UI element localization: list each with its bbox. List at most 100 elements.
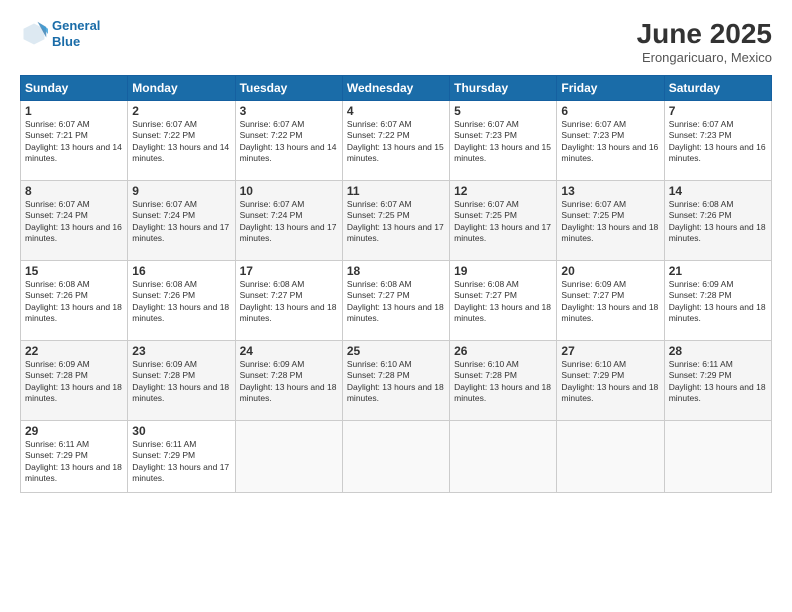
calendar-cell: 29Sunrise: 6:11 AMSunset: 7:29 PMDayligh… xyxy=(21,421,128,493)
calendar-cell: 14Sunrise: 6:08 AMSunset: 7:26 PMDayligh… xyxy=(664,181,771,261)
calendar-cell: 28Sunrise: 6:11 AMSunset: 7:29 PMDayligh… xyxy=(664,341,771,421)
day-info: Sunrise: 6:08 AMSunset: 7:27 PMDaylight:… xyxy=(347,279,445,325)
day-number: 4 xyxy=(347,104,445,118)
day-info: Sunrise: 6:07 AMSunset: 7:24 PMDaylight:… xyxy=(132,199,230,245)
day-info: Sunrise: 6:08 AMSunset: 7:27 PMDaylight:… xyxy=(240,279,338,325)
day-info: Sunrise: 6:07 AMSunset: 7:22 PMDaylight:… xyxy=(240,119,338,165)
day-info: Sunrise: 6:09 AMSunset: 7:28 PMDaylight:… xyxy=(25,359,123,405)
day-number: 24 xyxy=(240,344,338,358)
day-number: 21 xyxy=(669,264,767,278)
day-info: Sunrise: 6:09 AMSunset: 7:28 PMDaylight:… xyxy=(669,279,767,325)
day-number: 5 xyxy=(454,104,552,118)
header: General Blue June 2025 Erongaricuaro, Me… xyxy=(20,18,772,65)
logo-blue: Blue xyxy=(52,34,80,49)
calendar-cell xyxy=(664,421,771,493)
calendar-cell: 20Sunrise: 6:09 AMSunset: 7:27 PMDayligh… xyxy=(557,261,664,341)
day-number: 16 xyxy=(132,264,230,278)
day-number: 23 xyxy=(132,344,230,358)
day-info: Sunrise: 6:09 AMSunset: 7:27 PMDaylight:… xyxy=(561,279,659,325)
week-row-5: 29Sunrise: 6:11 AMSunset: 7:29 PMDayligh… xyxy=(21,421,772,493)
day-info: Sunrise: 6:08 AMSunset: 7:26 PMDaylight:… xyxy=(132,279,230,325)
week-row-2: 8Sunrise: 6:07 AMSunset: 7:24 PMDaylight… xyxy=(21,181,772,261)
week-row-4: 22Sunrise: 6:09 AMSunset: 7:28 PMDayligh… xyxy=(21,341,772,421)
day-number: 3 xyxy=(240,104,338,118)
calendar-cell: 1Sunrise: 6:07 AMSunset: 7:21 PMDaylight… xyxy=(21,101,128,181)
day-info: Sunrise: 6:07 AMSunset: 7:25 PMDaylight:… xyxy=(561,199,659,245)
day-header-thursday: Thursday xyxy=(450,76,557,101)
calendar-cell: 13Sunrise: 6:07 AMSunset: 7:25 PMDayligh… xyxy=(557,181,664,261)
day-info: Sunrise: 6:07 AMSunset: 7:22 PMDaylight:… xyxy=(132,119,230,165)
calendar-cell: 18Sunrise: 6:08 AMSunset: 7:27 PMDayligh… xyxy=(342,261,449,341)
subtitle: Erongaricuaro, Mexico xyxy=(637,50,772,65)
day-info: Sunrise: 6:11 AMSunset: 7:29 PMDaylight:… xyxy=(669,359,767,405)
main-title: June 2025 xyxy=(637,18,772,50)
day-info: Sunrise: 6:11 AMSunset: 7:29 PMDaylight:… xyxy=(25,439,123,485)
calendar-cell: 26Sunrise: 6:10 AMSunset: 7:28 PMDayligh… xyxy=(450,341,557,421)
calendar-cell: 23Sunrise: 6:09 AMSunset: 7:28 PMDayligh… xyxy=(128,341,235,421)
day-info: Sunrise: 6:11 AMSunset: 7:29 PMDaylight:… xyxy=(132,439,230,485)
calendar-cell xyxy=(450,421,557,493)
day-number: 6 xyxy=(561,104,659,118)
day-number: 26 xyxy=(454,344,552,358)
day-header-monday: Monday xyxy=(128,76,235,101)
day-header-wednesday: Wednesday xyxy=(342,76,449,101)
day-info: Sunrise: 6:08 AMSunset: 7:26 PMDaylight:… xyxy=(25,279,123,325)
calendar-cell xyxy=(342,421,449,493)
day-info: Sunrise: 6:07 AMSunset: 7:22 PMDaylight:… xyxy=(347,119,445,165)
day-number: 25 xyxy=(347,344,445,358)
calendar-header-row: SundayMondayTuesdayWednesdayThursdayFrid… xyxy=(21,76,772,101)
day-number: 1 xyxy=(25,104,123,118)
calendar-cell: 7Sunrise: 6:07 AMSunset: 7:23 PMDaylight… xyxy=(664,101,771,181)
logo-text: General Blue xyxy=(52,18,100,49)
day-info: Sunrise: 6:07 AMSunset: 7:23 PMDaylight:… xyxy=(561,119,659,165)
day-number: 2 xyxy=(132,104,230,118)
day-info: Sunrise: 6:10 AMSunset: 7:28 PMDaylight:… xyxy=(454,359,552,405)
day-info: Sunrise: 6:07 AMSunset: 7:21 PMDaylight:… xyxy=(25,119,123,165)
day-number: 15 xyxy=(25,264,123,278)
day-number: 30 xyxy=(132,424,230,438)
day-number: 11 xyxy=(347,184,445,198)
day-number: 28 xyxy=(669,344,767,358)
day-number: 22 xyxy=(25,344,123,358)
calendar-cell: 10Sunrise: 6:07 AMSunset: 7:24 PMDayligh… xyxy=(235,181,342,261)
week-row-1: 1Sunrise: 6:07 AMSunset: 7:21 PMDaylight… xyxy=(21,101,772,181)
calendar-cell: 9Sunrise: 6:07 AMSunset: 7:24 PMDaylight… xyxy=(128,181,235,261)
day-info: Sunrise: 6:07 AMSunset: 7:25 PMDaylight:… xyxy=(347,199,445,245)
calendar-cell: 25Sunrise: 6:10 AMSunset: 7:28 PMDayligh… xyxy=(342,341,449,421)
calendar-cell: 21Sunrise: 6:09 AMSunset: 7:28 PMDayligh… xyxy=(664,261,771,341)
day-number: 18 xyxy=(347,264,445,278)
week-row-3: 15Sunrise: 6:08 AMSunset: 7:26 PMDayligh… xyxy=(21,261,772,341)
calendar-cell: 30Sunrise: 6:11 AMSunset: 7:29 PMDayligh… xyxy=(128,421,235,493)
day-number: 9 xyxy=(132,184,230,198)
day-number: 8 xyxy=(25,184,123,198)
day-header-sunday: Sunday xyxy=(21,76,128,101)
calendar-cell: 17Sunrise: 6:08 AMSunset: 7:27 PMDayligh… xyxy=(235,261,342,341)
day-info: Sunrise: 6:09 AMSunset: 7:28 PMDaylight:… xyxy=(132,359,230,405)
day-info: Sunrise: 6:10 AMSunset: 7:29 PMDaylight:… xyxy=(561,359,659,405)
day-header-friday: Friday xyxy=(557,76,664,101)
logo: General Blue xyxy=(20,18,100,49)
day-info: Sunrise: 6:07 AMSunset: 7:23 PMDaylight:… xyxy=(669,119,767,165)
day-number: 29 xyxy=(25,424,123,438)
day-info: Sunrise: 6:07 AMSunset: 7:24 PMDaylight:… xyxy=(25,199,123,245)
day-header-saturday: Saturday xyxy=(664,76,771,101)
calendar-cell: 16Sunrise: 6:08 AMSunset: 7:26 PMDayligh… xyxy=(128,261,235,341)
calendar-table: SundayMondayTuesdayWednesdayThursdayFrid… xyxy=(20,75,772,493)
calendar-cell: 15Sunrise: 6:08 AMSunset: 7:26 PMDayligh… xyxy=(21,261,128,341)
calendar-cell: 19Sunrise: 6:08 AMSunset: 7:27 PMDayligh… xyxy=(450,261,557,341)
logo-icon xyxy=(20,20,48,48)
calendar-cell xyxy=(557,421,664,493)
calendar-cell: 2Sunrise: 6:07 AMSunset: 7:22 PMDaylight… xyxy=(128,101,235,181)
title-block: June 2025 Erongaricuaro, Mexico xyxy=(637,18,772,65)
day-info: Sunrise: 6:07 AMSunset: 7:25 PMDaylight:… xyxy=(454,199,552,245)
calendar-cell: 4Sunrise: 6:07 AMSunset: 7:22 PMDaylight… xyxy=(342,101,449,181)
calendar-cell: 27Sunrise: 6:10 AMSunset: 7:29 PMDayligh… xyxy=(557,341,664,421)
day-number: 27 xyxy=(561,344,659,358)
calendar-cell: 8Sunrise: 6:07 AMSunset: 7:24 PMDaylight… xyxy=(21,181,128,261)
calendar-cell: 12Sunrise: 6:07 AMSunset: 7:25 PMDayligh… xyxy=(450,181,557,261)
day-info: Sunrise: 6:09 AMSunset: 7:28 PMDaylight:… xyxy=(240,359,338,405)
day-info: Sunrise: 6:07 AMSunset: 7:23 PMDaylight:… xyxy=(454,119,552,165)
calendar-cell xyxy=(235,421,342,493)
calendar-cell: 5Sunrise: 6:07 AMSunset: 7:23 PMDaylight… xyxy=(450,101,557,181)
calendar-cell: 22Sunrise: 6:09 AMSunset: 7:28 PMDayligh… xyxy=(21,341,128,421)
